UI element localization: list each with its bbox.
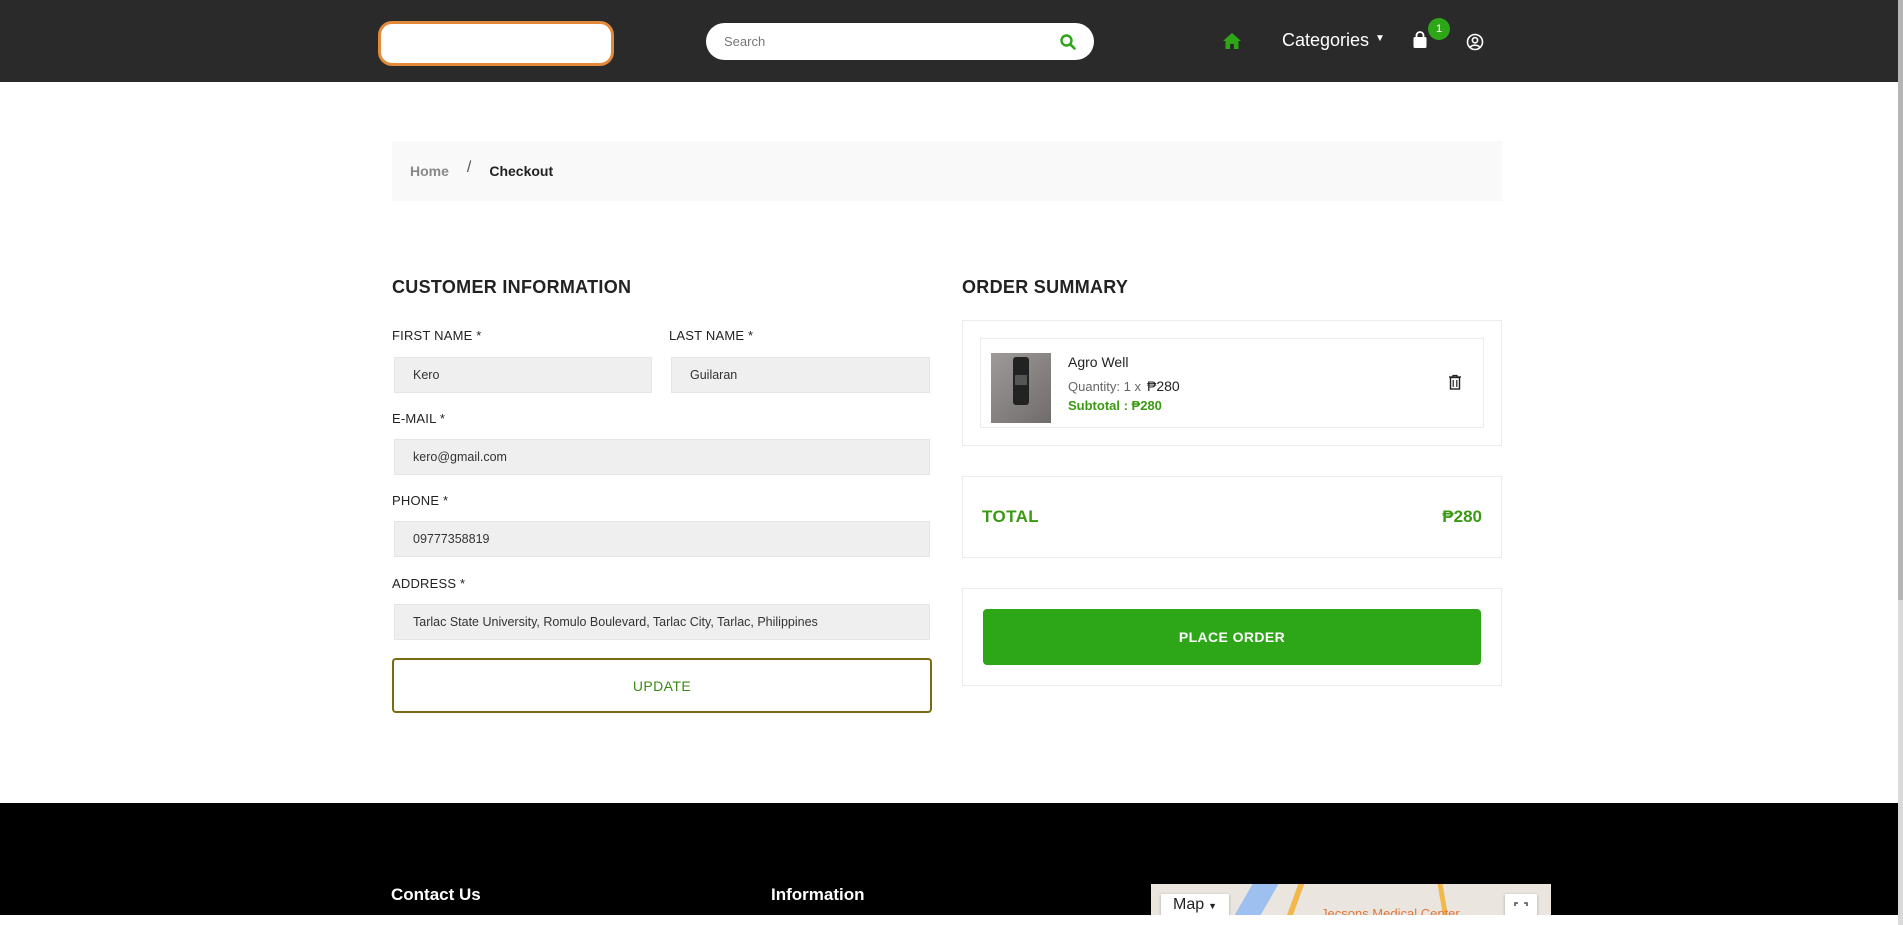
last-name-field[interactable]: Guilaran (671, 357, 930, 393)
item-subtotal: Subtotal : ₱280 (1068, 398, 1162, 413)
chevron-down-icon: ▼ (1375, 33, 1385, 44)
first-name-label: FIRST NAME * (392, 328, 482, 343)
footer (0, 803, 1898, 915)
breadcrumb-separator: / (466, 159, 472, 176)
cart-count-badge: 1 (1428, 18, 1450, 40)
search-input[interactable] (724, 34, 1058, 49)
page-bottom-edge (0, 915, 1903, 925)
address-label: ADDRESS * (392, 576, 466, 591)
categories-label: Categories (1282, 30, 1370, 50)
map-river (1229, 884, 1279, 915)
breadcrumb-current: Checkout (489, 163, 554, 179)
unit-price: ₱280 (1146, 378, 1180, 394)
footer-information-heading: Information (771, 885, 865, 904)
total-value: ₱280 (1442, 507, 1482, 526)
fullscreen-icon[interactable] (1505, 894, 1537, 915)
home-icon[interactable] (1222, 32, 1244, 52)
email-label: E-MAIL * (392, 411, 446, 426)
categories-menu[interactable]: Categories ▼ (1282, 30, 1385, 51)
quantity-text: Quantity: 1 x (1068, 379, 1141, 394)
address-field[interactable]: Tarlac State University, Romulo Boulevar… (394, 604, 930, 640)
search-bar (706, 23, 1094, 60)
caret-down-icon: ▼ (1208, 901, 1218, 911)
email-field[interactable]: kero@gmail.com (394, 439, 930, 475)
product-quantity: Quantity: 1 x ₱280 (1068, 378, 1180, 394)
first-name-field[interactable]: Kero (394, 357, 652, 393)
last-name-label: LAST NAME * (669, 328, 754, 343)
map-type-button[interactable]: Map ▼ (1161, 894, 1229, 915)
breadcrumb: Home / Checkout (392, 141, 1502, 201)
order-summary-title: ORDER SUMMARY (962, 277, 1129, 297)
product-image-label (1015, 375, 1027, 385)
phone-field[interactable]: 09777358819 (394, 521, 930, 557)
place-order-button[interactable]: PLACE ORDER (983, 609, 1481, 665)
phone-label: PHONE * (392, 493, 449, 508)
breadcrumb-home-link[interactable]: Home (410, 163, 449, 179)
footer-contact-heading: Contact Us (391, 885, 481, 904)
customer-info-title: CUSTOMER INFORMATION (392, 277, 632, 297)
scrollbar-thumb[interactable] (1898, 0, 1903, 600)
product-name: Agro Well (1068, 354, 1129, 370)
update-button[interactable]: UPDATE (392, 658, 932, 713)
search-icon[interactable] (1058, 32, 1078, 52)
shopping-bag-icon[interactable] (1412, 31, 1430, 51)
cart-item (980, 338, 1484, 428)
site-logo[interactable] (378, 21, 614, 66)
location-map[interactable]: Jecsons Medical Center Map ▼ (1151, 884, 1551, 915)
trash-icon[interactable] (1448, 374, 1464, 392)
map-type-label: Map (1173, 896, 1205, 913)
total-label: TOTAL (982, 507, 1040, 526)
user-account-icon[interactable] (1466, 33, 1484, 51)
map-road (1283, 884, 1305, 915)
map-place-label: Jecsons Medical Center (1321, 906, 1460, 915)
